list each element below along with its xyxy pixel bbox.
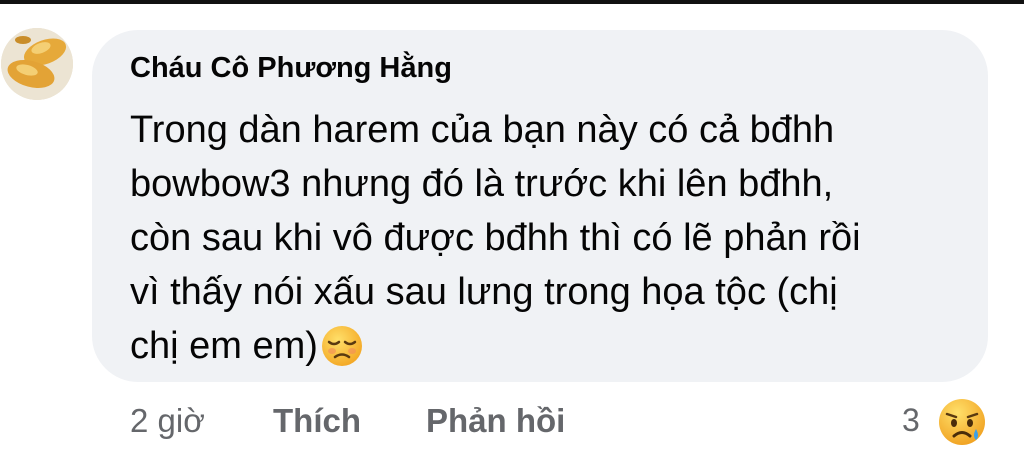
comment-last-line: chị em em): [130, 319, 960, 383]
comment-timestamp[interactable]: 2 giờ: [130, 402, 205, 440]
avatar-image: [1, 28, 73, 100]
like-button[interactable]: Thích: [273, 402, 361, 440]
comment-author-name[interactable]: Cháu Cô Phương Hằng: [130, 52, 452, 85]
top-border: [0, 0, 1024, 4]
comment-line: vì thấy nói xấu sau lưng trong họa tộc (…: [130, 271, 838, 313]
comment-line: còn sau khi vô được bđhh thì có lẽ phản …: [130, 217, 861, 259]
disappointed-face-icon: [320, 324, 364, 383]
avatar[interactable]: [1, 28, 73, 100]
comment-line: Trong dàn harem của bạn này có cả bđhh: [130, 109, 835, 151]
comment-text: Trong dàn harem của bạn này có cả bđhh b…: [130, 103, 960, 383]
comment-line: chị em em): [130, 325, 318, 367]
reaction-count: 3: [902, 402, 920, 438]
sad-tear-face-icon: [936, 396, 988, 453]
comment-line: bowbow3 nhưng đó là trước khi lên bđhh,: [130, 163, 834, 205]
reply-button[interactable]: Phản hồi: [426, 402, 565, 440]
